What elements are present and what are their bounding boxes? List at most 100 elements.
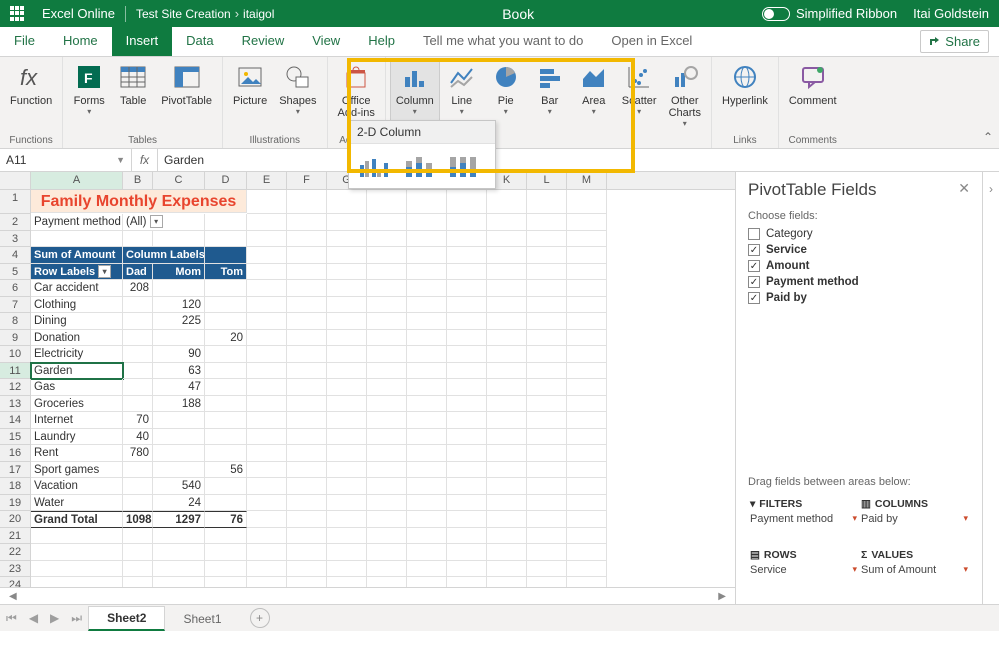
column-header-E[interactable]: E	[247, 172, 287, 189]
user-name[interactable]: Itai Goldstein	[913, 6, 989, 21]
cell[interactable]	[527, 214, 567, 231]
row-header[interactable]: 23	[0, 561, 31, 578]
cell[interactable]	[205, 313, 247, 330]
cell[interactable]	[287, 478, 327, 495]
cell[interactable]	[567, 379, 607, 396]
cell[interactable]	[407, 190, 447, 214]
cell[interactable]	[567, 214, 607, 231]
cell[interactable]	[247, 264, 287, 281]
cell[interactable]	[367, 363, 407, 380]
cell[interactable]: Electricity	[31, 346, 123, 363]
cell[interactable]: Grand Total	[31, 511, 123, 528]
cell[interactable]	[487, 330, 527, 347]
cell[interactable]	[327, 495, 367, 512]
cell[interactable]	[527, 264, 567, 281]
area-chart-button[interactable]: Area▾	[572, 59, 616, 133]
cell[interactable]	[327, 214, 367, 231]
cell[interactable]	[567, 511, 607, 528]
cell[interactable]	[247, 561, 287, 578]
cell[interactable]	[487, 561, 527, 578]
sheet-nav-last-icon[interactable]: ⏭	[65, 611, 88, 626]
cell[interactable]	[247, 462, 287, 479]
cell[interactable]	[527, 544, 567, 561]
cell[interactable]	[367, 214, 407, 231]
column-header-B[interactable]: B	[123, 172, 153, 189]
row-header[interactable]: 8	[0, 313, 31, 330]
cell[interactable]	[447, 247, 487, 264]
cell[interactable]	[153, 330, 205, 347]
sheet-tab-sheet2[interactable]: Sheet2	[88, 606, 165, 631]
cell[interactable]	[407, 528, 447, 545]
cell[interactable]: Column Labels ▾	[123, 247, 205, 264]
cell[interactable]: 1297	[153, 511, 205, 528]
cell[interactable]	[287, 190, 327, 214]
cell[interactable]	[447, 190, 487, 214]
cell[interactable]	[287, 214, 327, 231]
cell[interactable]	[205, 297, 247, 314]
cell[interactable]: Donation	[31, 330, 123, 347]
cell[interactable]	[327, 363, 367, 380]
cell[interactable]	[367, 429, 407, 446]
cell[interactable]	[527, 313, 567, 330]
row-header[interactable]: 16	[0, 445, 31, 462]
cell[interactable]	[205, 544, 247, 561]
sheet-nav-first-icon[interactable]: ⏮	[0, 611, 23, 626]
cell[interactable]	[407, 429, 447, 446]
row-header[interactable]: 21	[0, 528, 31, 545]
row-header[interactable]: 2	[0, 214, 31, 231]
cell[interactable]	[327, 280, 367, 297]
cell[interactable]	[123, 379, 153, 396]
field-checkbox[interactable]: Paid by	[748, 290, 970, 306]
cell[interactable]	[287, 346, 327, 363]
cell[interactable]	[247, 313, 287, 330]
cell[interactable]	[153, 544, 205, 561]
row-header[interactable]: 20	[0, 511, 31, 528]
cell[interactable]	[123, 231, 153, 248]
cell[interactable]	[367, 544, 407, 561]
book-title[interactable]: Book	[274, 6, 762, 22]
cell[interactable]	[287, 429, 327, 446]
table-button[interactable]: Table	[111, 59, 155, 133]
cell[interactable]	[567, 412, 607, 429]
cell[interactable]	[247, 396, 287, 413]
cell[interactable]	[153, 577, 205, 587]
cell[interactable]	[247, 445, 287, 462]
cell[interactable]	[567, 264, 607, 281]
cell[interactable]	[487, 346, 527, 363]
cell[interactable]	[123, 577, 153, 587]
cell[interactable]	[31, 561, 123, 578]
cell[interactable]	[367, 511, 407, 528]
cell[interactable]	[287, 528, 327, 545]
cell[interactable]	[327, 462, 367, 479]
row-header[interactable]: 7	[0, 297, 31, 314]
tab-data[interactable]: Data	[172, 27, 227, 56]
cell[interactable]: 120	[153, 297, 205, 314]
cell[interactable]	[367, 445, 407, 462]
cell[interactable]	[447, 264, 487, 281]
bar-chart-button[interactable]: Bar▾	[528, 59, 572, 133]
cell[interactable]	[407, 412, 447, 429]
cell[interactable]	[153, 462, 205, 479]
cell[interactable]: Payment method	[31, 214, 123, 231]
cell[interactable]	[287, 561, 327, 578]
cell[interactable]	[487, 264, 527, 281]
cell[interactable]	[247, 379, 287, 396]
cell[interactable]	[527, 577, 567, 587]
cell[interactable]	[123, 462, 153, 479]
cell[interactable]	[407, 313, 447, 330]
horizontal-scrollbar[interactable]: ◀ ▶	[0, 587, 735, 604]
row-header[interactable]: 24	[0, 577, 31, 587]
cell[interactable]	[527, 280, 567, 297]
cell[interactable]	[447, 511, 487, 528]
cell[interactable]: (All) ▾	[123, 214, 205, 231]
cell[interactable]	[247, 247, 287, 264]
tell-me-search[interactable]: Tell me what you want to do	[409, 27, 597, 56]
tab-file[interactable]: File	[0, 27, 49, 56]
cell[interactable]	[527, 190, 567, 214]
cell[interactable]	[527, 445, 567, 462]
cell[interactable]	[247, 412, 287, 429]
cell[interactable]	[287, 330, 327, 347]
cell[interactable]	[447, 297, 487, 314]
cell[interactable]: 540	[153, 478, 205, 495]
cell[interactable]	[527, 561, 567, 578]
